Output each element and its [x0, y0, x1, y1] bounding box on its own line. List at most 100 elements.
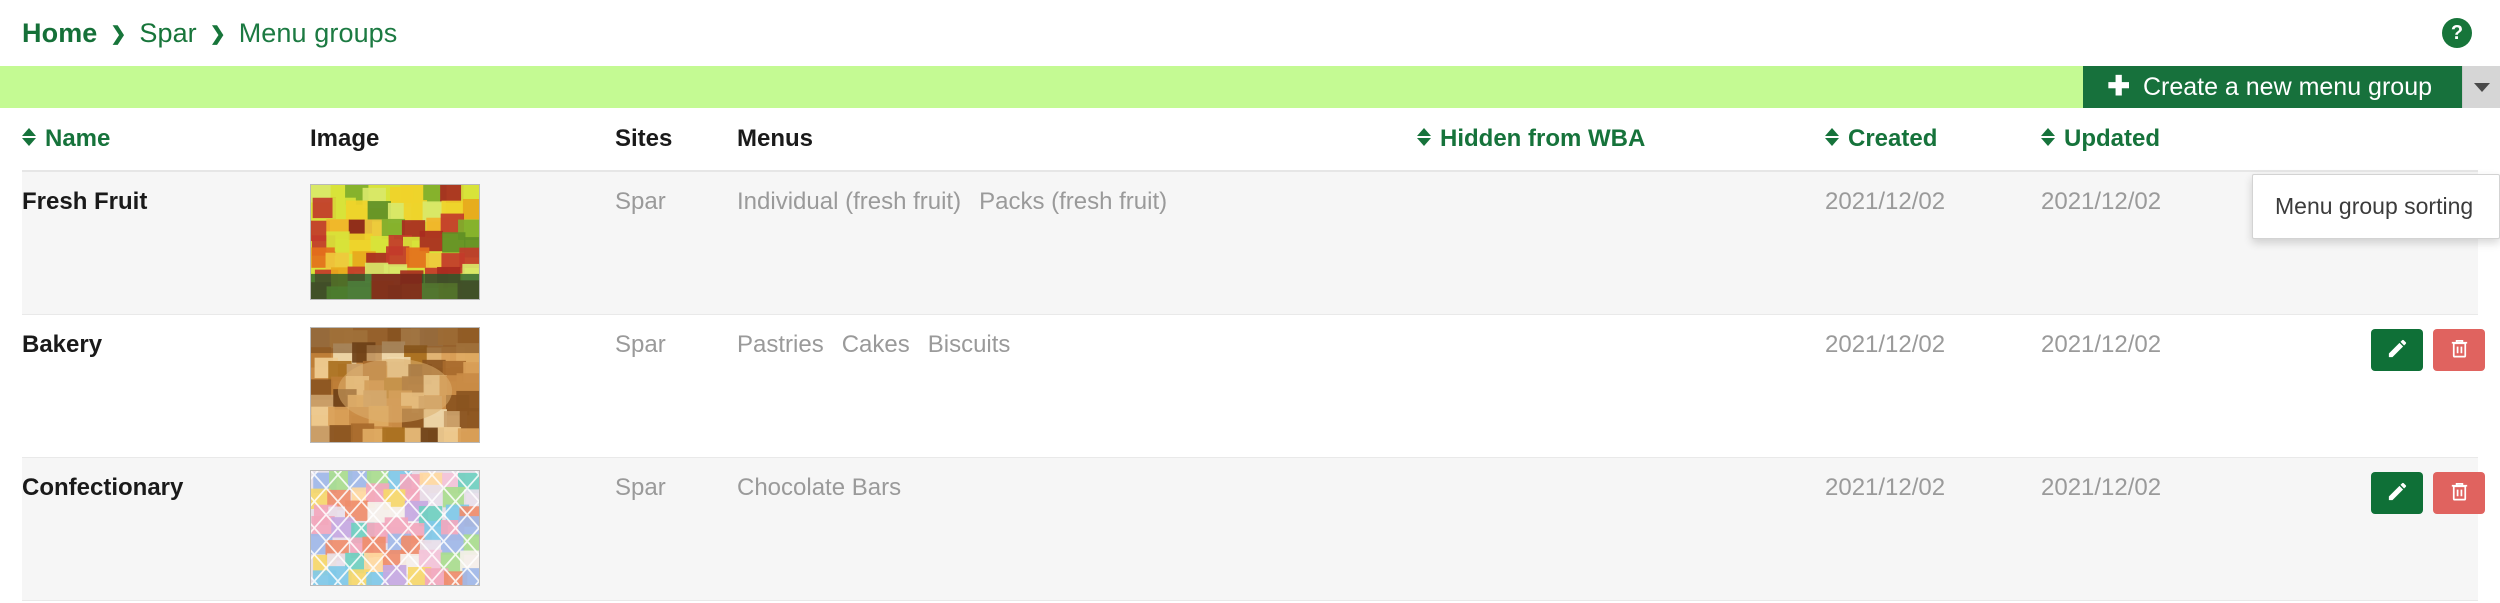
updated-date: 2021/12/02 [2041, 331, 2162, 358]
table-row: Confectionary Spar Chocolate Bars 2021/12/0… [22, 457, 2485, 601]
column-header-label: Menus [737, 125, 814, 152]
breadcrumb-item-menu-groups: Menu groups [238, 17, 398, 48]
cell-created: 2021/12/02 [1825, 314, 2041, 458]
column-header-name[interactable]: Name [22, 108, 310, 172]
delete-row-button[interactable] [2433, 329, 2485, 371]
plus-icon: ✚ [2107, 70, 2130, 101]
chevron-down-icon [2473, 82, 2490, 92]
cell-sites: Spar [615, 171, 737, 315]
menu-group-thumbnail [310, 184, 480, 300]
hidden-from-wba-value [1417, 172, 1825, 204]
site-name: Spar [615, 474, 666, 501]
cell-menus: Individual (fresh fruit) Packs (fresh fru… [737, 171, 1417, 315]
menu-tag: Chocolate Bars [737, 474, 902, 501]
cell-sites: Spar [615, 457, 737, 601]
menu-group-name: Bakery [22, 331, 103, 358]
create-dropdown-toggle-button[interactable] [2462, 66, 2500, 108]
create-button-label: Create a new menu group [2142, 72, 2432, 101]
menu-tag-list: Pastries Cakes Biscuits [737, 315, 1417, 375]
cell-image [310, 457, 615, 601]
cell-name: Fresh Fruit [22, 171, 310, 315]
cell-hidden-from-wba [1417, 457, 1825, 601]
column-header-created[interactable]: Created [1825, 108, 2041, 172]
menu-groups-table: Name Image Sites Menus Hidden from WBA Create… [22, 108, 2485, 601]
column-header-label: Sites [615, 125, 673, 152]
updated-date: 2021/12/02 [2041, 474, 2162, 501]
created-date: 2021/12/02 [1825, 331, 1946, 358]
help-icon[interactable]: ? [2442, 18, 2472, 48]
column-header-image: Image [310, 108, 615, 172]
column-header-updated[interactable]: Updated [2041, 108, 2371, 172]
row-actions [2371, 315, 2485, 385]
action-banner: ✚ Create a new menu group Menu group sor… [0, 66, 2500, 239]
trash-icon [2448, 480, 2471, 506]
site-name: Spar [615, 188, 666, 215]
table-header-row: Name Image Sites Menus Hidden from WBA Create… [22, 108, 2478, 172]
table-row: Bakery Spar Pastries Cakes Biscuits 2021/12/0… [22, 314, 2485, 458]
cell-name: Bakery [22, 314, 310, 458]
menu-tag-list: Chocolate Bars [737, 458, 1417, 518]
cell-image [310, 171, 615, 315]
table-row: Fresh Fruit Spar Individual (fresh fruit) P… [22, 171, 2485, 315]
menu-group-name: Fresh Fruit [22, 188, 148, 215]
cell-name: Confectionary [22, 457, 310, 601]
column-header-hidden[interactable]: Hidden from WBA [1417, 108, 1825, 172]
edit-row-button[interactable] [2371, 472, 2423, 514]
sort-icon [22, 128, 36, 146]
menu-groups-table-container: Name Image Sites Menus Hidden from WBA Create… [0, 108, 2500, 601]
cell-created: 2021/12/02 [1825, 457, 2041, 601]
column-header-menus: Menus [737, 108, 1417, 172]
breadcrumb-item-home[interactable]: Home [22, 18, 97, 49]
created-date: 2021/12/02 [1825, 188, 1946, 215]
breadcrumb-separator: ❯ [110, 23, 127, 45]
delete-row-button[interactable] [2433, 472, 2485, 514]
column-header-label: Image [310, 125, 380, 152]
sort-icon [2041, 128, 2055, 146]
cell-updated: 2021/12/02 [2041, 457, 2371, 601]
cell-hidden-from-wba [1417, 171, 1825, 315]
site-name: Spar [615, 331, 666, 358]
column-header-sites: Sites [615, 108, 737, 172]
create-dropdown-menu: Menu group sorting [2252, 174, 2500, 239]
menu-tag: Packs (fresh fruit) [979, 188, 1168, 215]
cell-menus: Pastries Cakes Biscuits [737, 314, 1417, 458]
column-header-label: Created [1848, 125, 1938, 152]
create-new-menu-group-button[interactable]: ✚ Create a new menu group [2083, 66, 2462, 108]
menu-tag: Biscuits [927, 331, 1011, 358]
cell-updated: 2021/12/02 [2041, 314, 2371, 458]
cell-actions [2371, 314, 2485, 458]
table-header: Name Image Sites Menus Hidden from WBA Create… [22, 108, 2478, 172]
menu-group-thumbnail [310, 470, 480, 586]
cell-actions [2371, 457, 2485, 601]
menu-group-thumbnail [310, 327, 480, 443]
hidden-from-wba-value [1417, 315, 1825, 347]
cell-menus: Chocolate Bars [737, 457, 1417, 601]
breadcrumb-bar: Home ❯ Spar ❯ Menu groups ? [0, 0, 2500, 66]
sort-icon [1825, 128, 1839, 146]
sort-icon [1417, 128, 1431, 146]
menu-group-name: Confectionary [22, 474, 184, 501]
menu-tag-list: Individual (fresh fruit) Packs (fresh fru… [737, 172, 1417, 232]
table-body: Fresh Fruit Spar Individual (fresh fruit) P… [22, 171, 2485, 601]
breadcrumb-separator: ❯ [209, 23, 226, 45]
edit-icon [2386, 480, 2409, 506]
column-header-label: Updated [2064, 125, 2160, 152]
hidden-from-wba-value [1417, 458, 1825, 490]
edit-icon [2386, 337, 2409, 363]
menu-tag: Pastries [737, 331, 824, 358]
trash-icon [2448, 337, 2471, 363]
dropdown-item-menu-group-sorting[interactable]: Menu group sorting [2253, 185, 2499, 228]
cell-sites: Spar [615, 314, 737, 458]
edit-row-button[interactable] [2371, 329, 2423, 371]
cell-created: 2021/12/02 [1825, 171, 2041, 315]
column-header-label: Name [45, 125, 111, 152]
row-actions [2371, 458, 2485, 528]
created-date: 2021/12/02 [1825, 474, 1946, 501]
breadcrumb-item-spar[interactable]: Spar [139, 18, 196, 49]
cell-image [310, 314, 615, 458]
column-header-label: Hidden from WBA [1440, 125, 1646, 152]
menu-tag: Cakes [841, 331, 910, 358]
column-header-actions [2371, 108, 2478, 172]
breadcrumb: Home ❯ Spar ❯ Menu groups [22, 18, 397, 49]
menu-tag: Individual (fresh fruit) [737, 188, 962, 215]
